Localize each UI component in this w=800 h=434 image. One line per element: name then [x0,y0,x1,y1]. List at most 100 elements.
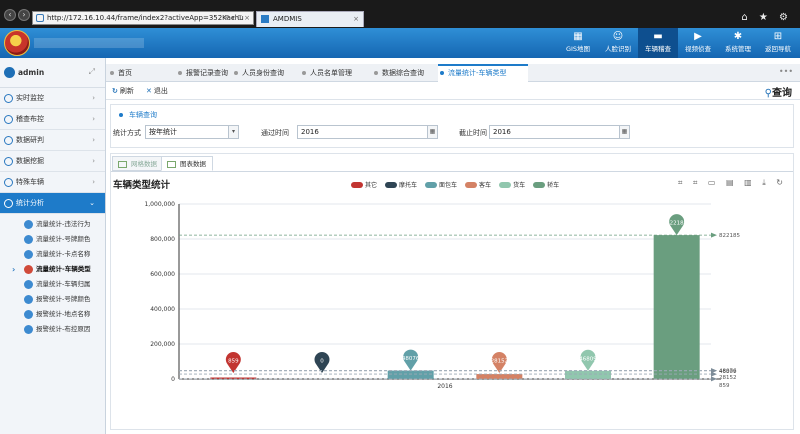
top-nav-label: 人脸识别 [605,45,631,53]
sidebar-subitem-2[interactable]: 流量统计-卡点名称 [0,247,105,262]
browser-tab-title: AMDMIS [273,15,302,23]
browser-tab[interactable]: AMDMIS × [256,11,364,27]
sidebar-subitem-label: 报警统计-地点名称 [36,310,91,318]
stats-icon [24,220,33,229]
current-pointer-icon: › [12,265,16,274]
sidebar-item-3[interactable]: 数据挖掘 › [0,151,105,172]
method-label: 统计方式 [113,129,141,137]
bar-5 [653,235,700,379]
more-tabs-button[interactable]: ••• [778,67,794,78]
calendar-icon[interactable]: ▦ [619,126,629,138]
end-time-input[interactable]: 2016 ▦ [489,125,630,139]
tab-grid-data[interactable]: 网格数据 [112,156,164,171]
stats-icon [24,235,33,244]
method-value: 按年统计 [149,128,177,136]
top-nav-item-5[interactable]: ⊞ 返回导航 [758,28,798,58]
tab-4[interactable]: 数据综合查询 [372,64,434,82]
stats-icon [24,250,33,259]
window-icons[interactable]: ⌂ ★ ⚙ [741,12,792,23]
chevron-right-icon: › [92,94,95,102]
video-icon: ▶ [694,31,702,42]
calendar-icon[interactable]: ▦ [427,126,437,138]
method-select[interactable]: 按年统计 ▾ [145,125,239,139]
tab-bullet-icon [302,71,306,75]
tab-bullet-icon [110,71,114,75]
map-icon: ▦ [573,31,583,42]
filter-panel: 车辆查询 统计方式 按年统计 ▾ 通过时间 2016 ▦ 截止时间 2016 ▦ [110,104,794,148]
chevron-right-icon: › [92,115,95,123]
tab-label: 流量统计-车辆类型 [448,69,507,77]
sidebar-subitem-label: 流量统计-号牌颜色 [36,235,91,243]
sidebar-subitem-0[interactable]: 流量统计-违法行为 [0,217,105,232]
page-tab-strip: ••• 首页 报警记录查询 人员身份查询 人员名单管理 数据综合查询 流量统计-车辆类型 [106,64,800,82]
sidebar-item-0[interactable]: 实时监控 › [0,88,105,109]
bar-2 [387,370,434,379]
tab-5[interactable]: 流量统计-车辆类型 [438,64,528,82]
top-nav-item-3[interactable]: ▶ 视频侦查 [678,28,718,58]
bar-chart: 0 200,000 400,000 600,000 800,000 1,000,000 85… [144,201,740,390]
top-nav-item-2[interactable]: ▬ 车辆稽查 [638,28,678,58]
tab-bullet-icon [178,71,182,75]
menu-icon [4,178,13,187]
address-tools[interactable]: P ▾ C × [225,12,250,24]
y-tick-label: 1,000,000 [144,201,175,208]
page-icon [36,14,44,22]
sidebar-subitem-3[interactable]: › 流量统计-车辆类型 [0,262,105,277]
sidebar-item-5[interactable]: 统计分析 ⌄ [0,193,105,214]
user-avatar-icon [4,67,15,78]
top-nav-item-1[interactable]: ☺ 人脸识别 [598,28,638,58]
end-time-label: 截止时间 [459,129,487,137]
mark-line-label: 822185 [719,233,740,239]
query-button[interactable]: ⚲查询 [765,84,792,99]
sidebar-item-1[interactable]: 稽查布控 › [0,109,105,130]
sidebar-subitem-7[interactable]: 报警统计-布控原因 [0,322,105,337]
sidebar-subitem-1[interactable]: 流量统计-号牌颜色 [0,232,105,247]
start-time-input[interactable]: 2016 ▦ [297,125,438,139]
refresh-button[interactable]: ↻ 刷新 [112,86,134,96]
mark-line-arrow [711,232,717,238]
sidebar-subitem-6[interactable]: 报警统计-地点名称 [0,307,105,322]
data-label: 28152 [491,359,509,365]
browser-chrome: ‹ › http://172.16.10.44/frame/index2?act… [0,0,800,28]
sidebar-menu: 实时监控 › 稽查布控 › 数据研判 › 数据挖掘 › 特殊车辆 › 统计分析 ⌄ 流量统计-违法行为流… [0,88,105,337]
tab-1[interactable]: 报警记录查询 [176,64,228,82]
grid-icon: ⊞ [773,31,783,42]
chevron-right-icon: › [92,136,95,144]
address-bar[interactable]: http://172.16.10.44/frame/index2?activeA… [32,11,254,25]
truck-icon: ▬ [653,31,663,42]
chevron-down-icon: ⌄ [89,199,95,207]
expand-icon[interactable]: ⤢ [89,67,95,77]
bar-3 [476,374,523,379]
data-label: 46809 [579,356,597,362]
sidebar-item-2[interactable]: 数据研判 › [0,130,105,151]
refresh-icon: ↻ [112,87,118,95]
forward-button[interactable]: › [18,9,30,21]
exit-label: 退出 [153,87,168,95]
stats-icon [24,280,33,289]
top-nav-item-4[interactable]: ✱ 系统管理 [718,28,758,58]
chart-panel: 网格数据 图表数据 车辆类型统计 其它 摩托车 面包车 客车 货车 轿车 ⌗ ⌗ ▭ ▤ … [110,153,794,430]
tab-2[interactable]: 人员身份查询 [232,64,296,82]
tab-bullet-icon [374,71,378,75]
close-icon: ✕ [146,87,152,95]
chart-area: 车辆类型统计 其它 摩托车 面包车 客车 货车 轿车 ⌗ ⌗ ▭ ▤ ▥ ⤓ ↻ 0 200… [111,171,793,429]
sidebar-item-4[interactable]: 特殊车辆 › [0,172,105,193]
sidebar-subitem-4[interactable]: 流量统计-车辆归属 [0,277,105,292]
tab-3[interactable]: 人员名单管理 [300,64,368,82]
sidebar-item-label: 稽查布控 [16,115,44,123]
app-header: ▦ GIS地图 ☺ 人脸识别 ▬ 车辆稽查 ▶ 视频侦查 ✱ 系统管理 ⊞ 返回导航 [0,28,800,58]
stats-icon [24,265,33,274]
close-tab-icon[interactable]: × [353,12,359,26]
sidebar-subitem-label: 报警统计-布控原因 [36,325,91,333]
top-nav-item-0[interactable]: ▦ GIS地图 [558,28,598,58]
sidebar-subitem-5[interactable]: 报警统计-号牌颜色 [0,292,105,307]
tab-label: 报警记录查询 [186,69,228,77]
tab-chart-data[interactable]: 图表数据 [161,156,213,171]
back-button[interactable]: ‹ [4,9,16,21]
stats-icon [24,325,33,334]
sidebar-item-label: 数据挖掘 [16,157,44,165]
chevron-down-icon[interactable]: ▾ [228,126,238,138]
exit-button[interactable]: ✕ 退出 [146,86,168,96]
tab-0[interactable]: 首页 [108,64,170,82]
police-emblem-logo [4,30,30,56]
